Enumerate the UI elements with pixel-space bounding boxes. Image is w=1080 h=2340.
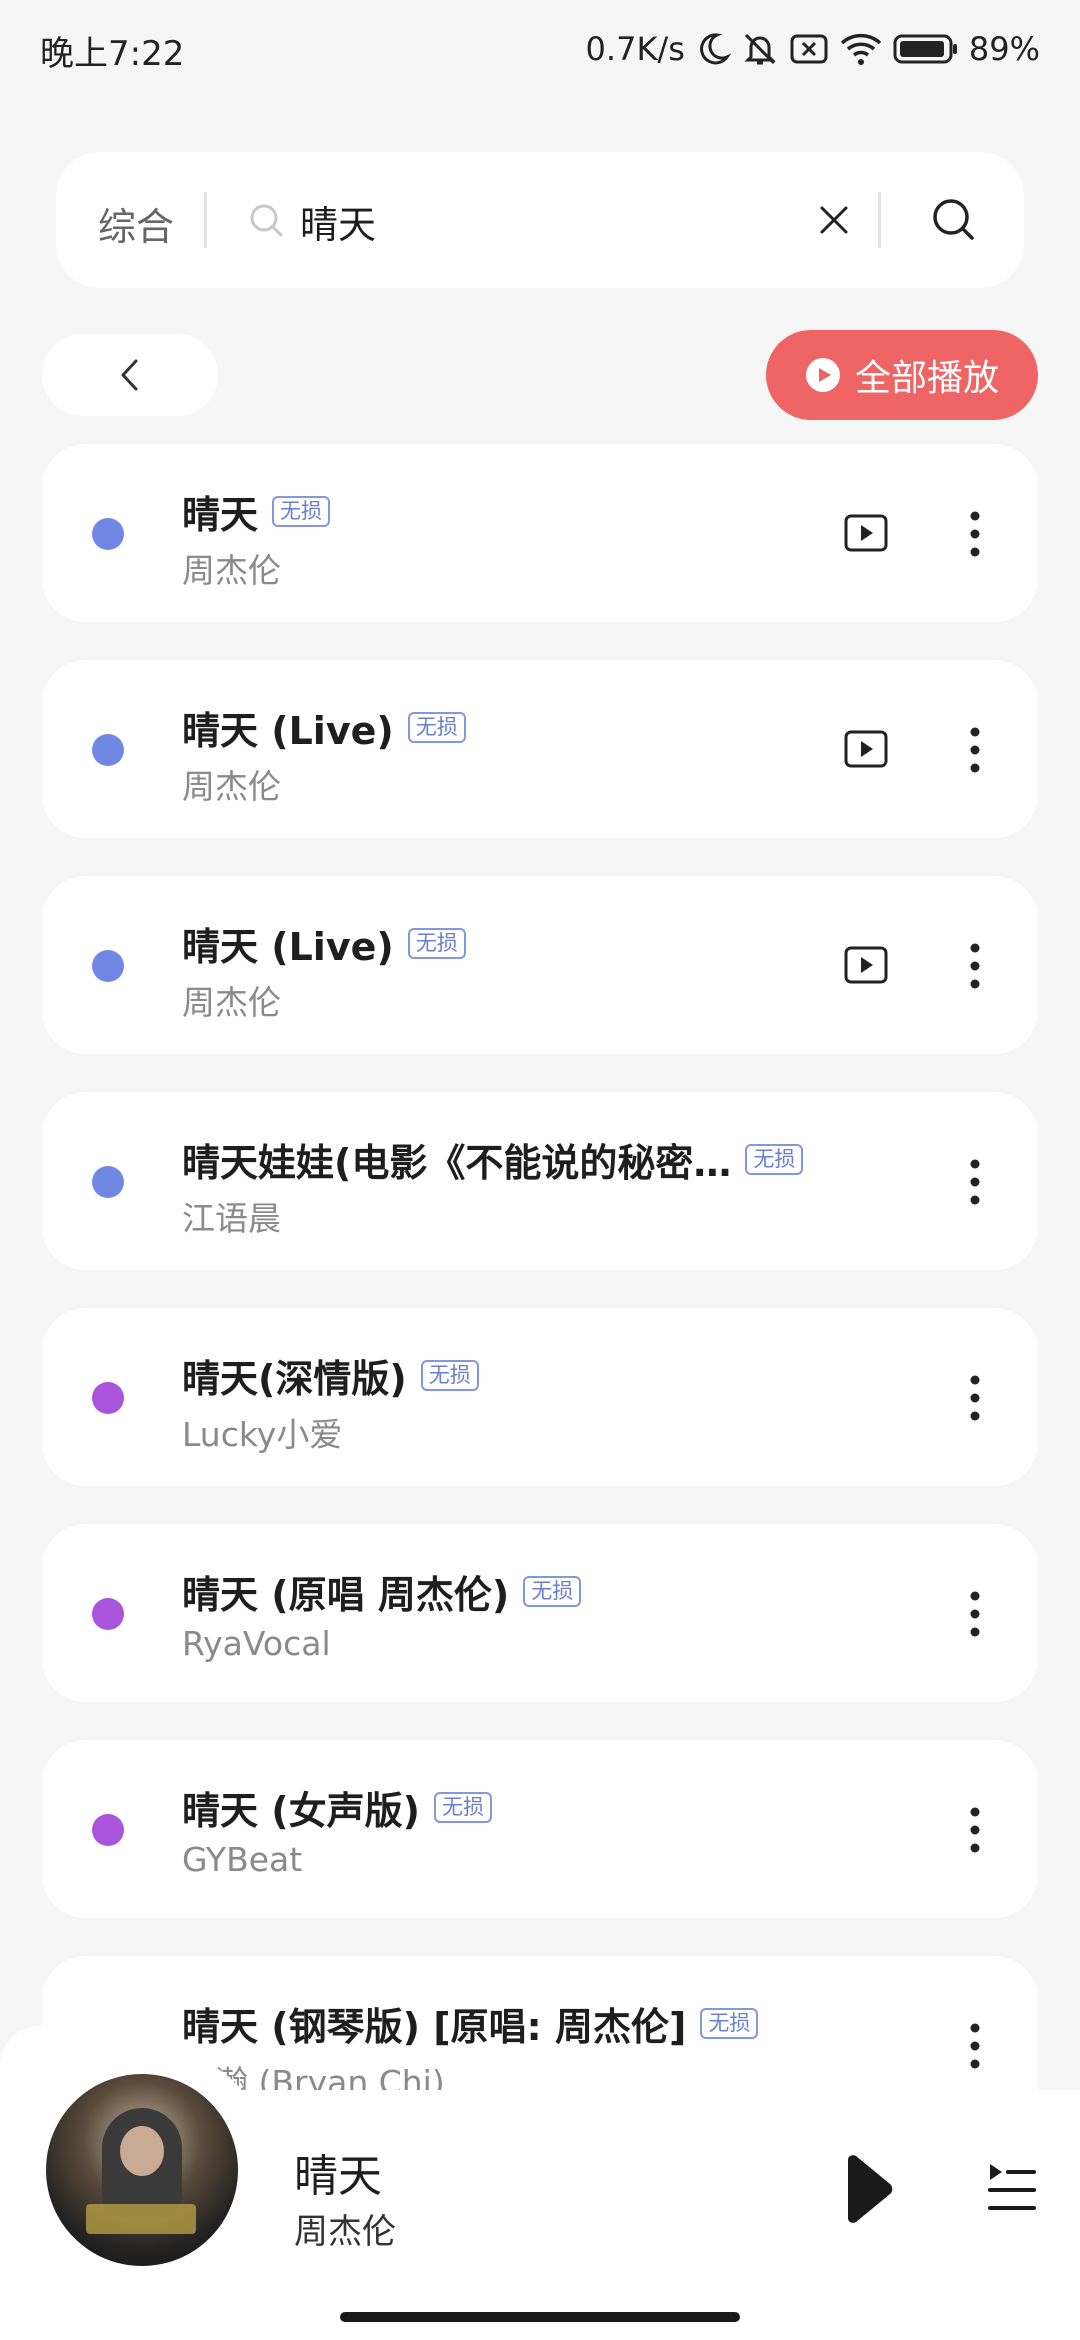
song-item[interactable]: 晴天(深情版) 无损 Lucky小爱: [42, 1308, 1038, 1486]
quality-dot: [92, 1382, 124, 1414]
search-results-page: 晚上7:22 0.7K/s 89% 综合 晴天 全部播放 晴天 无损 周杰伦 晴…: [0, 0, 1080, 2340]
lossless-badge: 无损: [523, 1576, 582, 1607]
play-icon[interactable]: [840, 2154, 896, 2224]
search-icon: [248, 202, 286, 244]
search-bar: 综合 晴天: [56, 152, 1024, 288]
song-item[interactable]: 晴天娃娃(电影《不能说的秘密… 无损 江语晨: [42, 1092, 1038, 1270]
more-vertical-icon[interactable]: [962, 508, 988, 560]
back-button[interactable]: [42, 334, 218, 416]
song-title: 晴天 (钢琴版) [原唱: 周杰伦]: [182, 2005, 687, 2049]
song-item[interactable]: 晴天 (原唱 周杰伦) 无损 RyaVocal: [42, 1524, 1038, 1702]
home-indicator[interactable]: [340, 2312, 740, 2322]
song-title: 晴天(深情版): [182, 1357, 407, 1401]
battery-icon: [893, 32, 959, 66]
play-all-label: 全部播放: [854, 358, 999, 399]
song-item[interactable]: 晴天 (Live) 无损 周杰伦: [42, 876, 1038, 1054]
net-speed: 0.7K/s: [585, 30, 685, 68]
more-vertical-icon[interactable]: [962, 1372, 988, 1424]
lossless-badge: 无损: [745, 1144, 804, 1175]
more-vertical-icon[interactable]: [962, 1804, 988, 1856]
mv-icon[interactable]: [844, 946, 888, 984]
song-artist: RyaVocal: [182, 1624, 331, 1663]
quality-dot: [92, 1814, 124, 1846]
song-artist: 周杰伦: [182, 983, 281, 1022]
song-title: 晴天: [182, 493, 259, 537]
search-button[interactable]: [924, 190, 984, 250]
close-icon: [820, 206, 848, 234]
more-vertical-icon[interactable]: [962, 724, 988, 776]
quality-dot: [92, 1598, 124, 1630]
song-artist: GYBeat: [182, 1840, 303, 1879]
song-title: 晴天 (原唱 周杰伦): [182, 1573, 510, 1617]
play-all-button[interactable]: 全部播放: [766, 330, 1038, 420]
playlist-icon[interactable]: [986, 2160, 1036, 2214]
mv-icon[interactable]: [844, 730, 888, 768]
search-icon: [933, 199, 974, 240]
more-vertical-icon[interactable]: [962, 1156, 988, 1208]
song-title: 晴天 (Live): [182, 925, 394, 969]
more-vertical-icon[interactable]: [962, 2020, 988, 2072]
song-artist: 周杰伦: [182, 551, 281, 590]
lossless-badge: 无损: [700, 2008, 759, 2039]
search-category-selector[interactable]: 综合: [98, 196, 174, 251]
wifi-icon: [839, 31, 883, 67]
song-item[interactable]: 晴天 (女声版) 无损 GYBeat: [42, 1740, 1038, 1918]
quality-dot: [92, 950, 124, 982]
song-title: 晴天 (女声版): [182, 1789, 420, 1833]
lossless-badge: 无损: [433, 1792, 492, 1823]
song-artist: Lucky小爱: [182, 1415, 343, 1454]
divider: [878, 192, 881, 248]
status-bar: 晚上7:22 0.7K/s 89%: [0, 0, 1080, 96]
sim-off-icon: [789, 31, 829, 67]
status-time: 晚上7:22: [40, 34, 185, 74]
now-playing-artist: 周杰伦: [294, 2212, 396, 2252]
search-input[interactable]: 晴天: [300, 194, 376, 249]
status-indicators: 0.7K/s 89%: [586, 24, 1040, 74]
album-cover[interactable]: [46, 2074, 238, 2266]
battery-percent: 89%: [968, 30, 1040, 68]
quality-dot: [92, 734, 124, 766]
mute-bell-icon: [741, 30, 779, 68]
lossless-badge: 无损: [407, 928, 466, 959]
song-item[interactable]: 晴天 (Live) 无损 周杰伦: [42, 660, 1038, 838]
clear-search-button[interactable]: [810, 196, 858, 244]
more-vertical-icon[interactable]: [962, 1588, 988, 1640]
now-playing-title: 晴天: [294, 2151, 382, 2202]
song-title: 晴天娃娃(电影《不能说的秘密…: [182, 1141, 732, 1185]
song-title: 晴天 (Live): [182, 709, 394, 753]
divider: [204, 192, 207, 248]
song-item[interactable]: 晴天 无损 周杰伦: [42, 444, 1038, 622]
more-vertical-icon[interactable]: [962, 940, 988, 992]
moon-icon: [695, 31, 731, 67]
song-artist: 周杰伦: [182, 767, 281, 806]
chevron-left-icon: [121, 359, 138, 391]
play-circle-icon: [805, 358, 840, 392]
mv-icon[interactable]: [844, 514, 888, 552]
lossless-badge: 无损: [272, 496, 331, 527]
quality-dot: [92, 1166, 124, 1198]
lossless-badge: 无损: [420, 1360, 479, 1391]
song-artist: 江语晨: [182, 1199, 281, 1238]
quality-dot: [92, 518, 124, 550]
lossless-badge: 无损: [407, 712, 466, 743]
